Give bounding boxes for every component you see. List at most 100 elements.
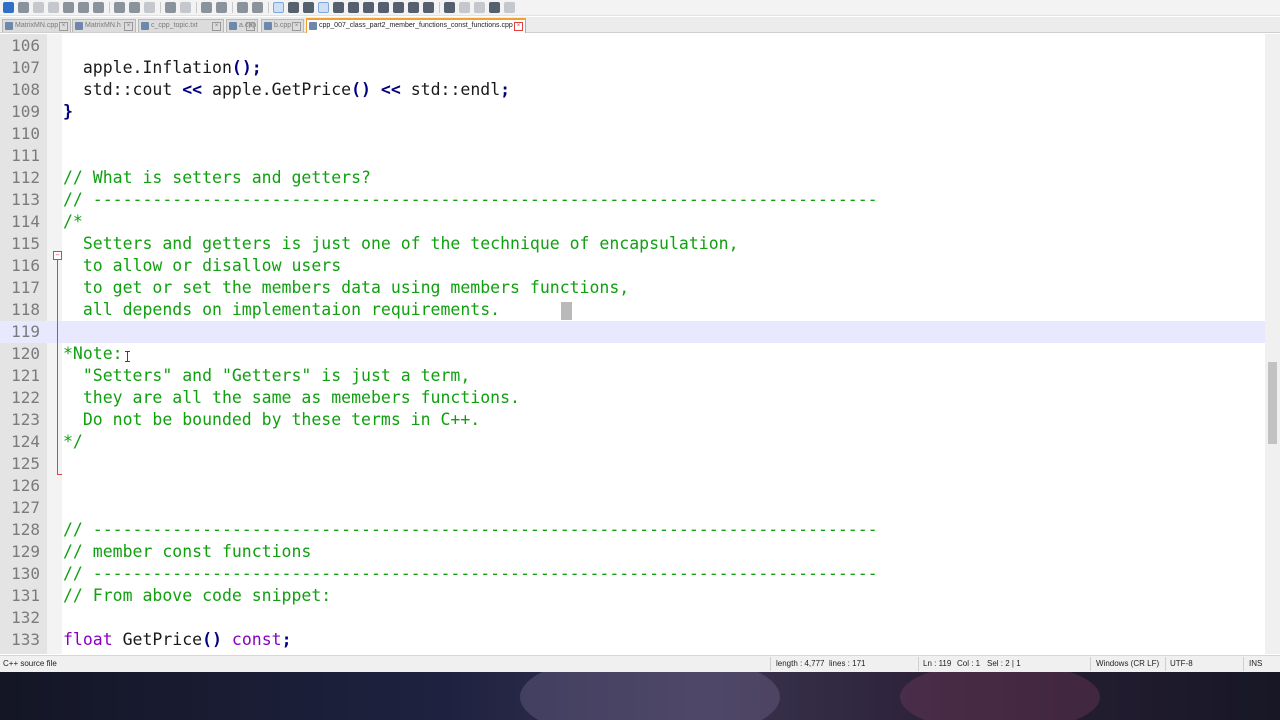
code-line[interactable]: 117 to get or set the members data using… [0,277,1265,299]
line-number: 107 [11,58,40,77]
folder-workspace-icon[interactable] [378,2,389,13]
close-icon[interactable] [63,2,74,13]
tab-matrixmn-h[interactable]: MatrixMN.h × [72,19,136,32]
vertical-scrollbar[interactable] [1265,34,1280,654]
line-number: 118 [11,300,40,319]
tab-close-icon[interactable]: × [124,22,133,31]
vertical-scrollbar-thumb[interactable] [1268,362,1277,444]
tab-b-cpp[interactable]: b.cpp × [261,19,304,32]
replace-icon[interactable] [216,2,227,13]
code-line[interactable]: 106 [0,35,1265,57]
toolbar-separator [109,2,110,13]
zoom-out-icon[interactable] [252,2,263,13]
code-comment-text: *Note: [63,344,123,363]
code-line[interactable]: 112 // What is setters and getters? [0,167,1265,189]
tab-cpp-007-class-part2-member-functions-const-functions-cpp[interactable]: cpp_007_class_part2_member_functions_con… [306,18,526,33]
line-number: 132 [11,608,40,627]
code-comment-text: all depends on implementaion requirement… [63,300,501,319]
paste-icon[interactable] [144,2,155,13]
word-wrap-icon[interactable] [318,2,329,13]
tab-close-icon[interactable]: × [212,22,221,31]
new-file-icon[interactable] [489,2,500,13]
code-line[interactable]: 124 */ [0,431,1265,453]
code-line[interactable]: 129 // member const functions [0,541,1265,563]
tab-close-icon[interactable]: × [514,22,523,31]
code-line[interactable]: 121 "Setters" and "Getters" is just a te… [0,365,1265,387]
tab-a-cpp[interactable]: a.cpp × [226,19,258,32]
fold-end-marker [57,474,62,475]
code-line[interactable]: 116 to allow or disallow users [0,255,1265,277]
code-comment-text: "Setters" and "Getters" is just a term, [63,366,471,385]
code-line[interactable]: 131 // From above code snippet: [0,585,1265,607]
code-line[interactable]: 109} [0,101,1265,123]
save-all-icon[interactable] [48,2,59,13]
print-icon[interactable] [93,2,104,13]
status-divider [1090,657,1091,671]
code-editor[interactable]: 106 107 apple.Inflation(); 108 std::cout <… [0,34,1265,654]
code-line[interactable]: 123 Do not be bounded by these terms in … [0,409,1265,431]
status-eol-format[interactable]: Windows (CR LF) [1096,659,1159,668]
code-comment-text: // -------------------------------------… [63,520,878,539]
fold-collapse-icon[interactable]: − [53,251,62,260]
tab-label: cpp_007_class_part2_member_functions_con… [319,22,513,29]
code-line[interactable]: 115 Setters and getters is just one of t… [0,233,1265,255]
status-column: Col : 1 [957,659,981,668]
record-macro-icon[interactable] [408,2,419,13]
code-line[interactable]: 133 float GetPrice() const; [0,629,1265,651]
save-icon[interactable] [33,2,44,13]
show-all-chars-icon[interactable] [288,2,299,13]
monitor-icon[interactable] [393,2,404,13]
code-line[interactable]: 130 // ----------------------------------… [0,563,1265,585]
undo-icon[interactable] [165,2,176,13]
status-divider [1165,657,1166,671]
sync-scroll-icon[interactable] [273,2,284,13]
code-comment-text: // What is setters and getters? [63,168,371,187]
status-divider [770,657,771,671]
run-macro-multiple-icon[interactable] [459,2,470,13]
tab-label: c_cpp_topic.txt [151,22,198,29]
zoom-in-icon[interactable] [237,2,248,13]
code-line[interactable]: 119 [0,321,1265,343]
code-line[interactable]: 125 [0,453,1265,475]
play-macro-icon[interactable] [444,2,455,13]
code-line[interactable]: 127 [0,497,1265,519]
open-icon[interactable] [18,2,29,13]
line-number: 131 [11,586,40,605]
stop-record-icon[interactable] [423,2,434,13]
save-macro-icon[interactable] [474,2,485,13]
close-all-icon[interactable] [78,2,89,13]
line-number: 126 [11,476,40,495]
code-line[interactable]: 107 apple.Inflation(); [0,57,1265,79]
code-line[interactable]: 110 [0,123,1265,145]
code-line[interactable]: 118 all depends on implementaion require… [0,299,1265,321]
status-length: length : 4,777 [776,659,825,668]
status-insert-mode[interactable]: INS [1249,659,1262,668]
code-line[interactable]: 126 [0,475,1265,497]
tab-close-icon[interactable]: × [292,22,301,31]
indent-guide-icon[interactable] [303,2,314,13]
function-list-icon[interactable] [363,2,374,13]
find-icon[interactable] [201,2,212,13]
doc-map-icon[interactable] [348,2,359,13]
open-icon[interactable] [504,2,515,13]
line-number: 124 [11,432,40,451]
code-line[interactable]: 108 std::cout << apple.GetPrice() << std… [0,79,1265,101]
tab-c-cpp-topic-txt[interactable]: c_cpp_topic.txt × [138,19,224,32]
code-line[interactable]: 113 // ----------------------------------… [0,189,1265,211]
cut-icon[interactable] [114,2,125,13]
copy-icon[interactable] [129,2,140,13]
code-line[interactable]: 120 *Note: [0,343,1265,365]
redo-icon[interactable] [180,2,191,13]
new-file-icon[interactable] [3,2,14,13]
tab-close-icon[interactable]: × [59,22,68,31]
status-encoding[interactable]: UTF-8 [1170,659,1193,668]
code-line[interactable]: 122 they are all the same as memebers fu… [0,387,1265,409]
code-comment-text: // member const functions [63,542,312,561]
code-line[interactable]: 128 // ----------------------------------… [0,519,1265,541]
code-line[interactable]: 132 [0,607,1265,629]
code-line[interactable]: 114 /* [0,211,1265,233]
tab-matrixmn-cpp[interactable]: MatrixMN.cpp × [2,19,71,32]
code-line[interactable]: 111 [0,145,1265,167]
xml-icon[interactable] [333,2,344,13]
tab-close-icon[interactable]: × [246,22,255,31]
